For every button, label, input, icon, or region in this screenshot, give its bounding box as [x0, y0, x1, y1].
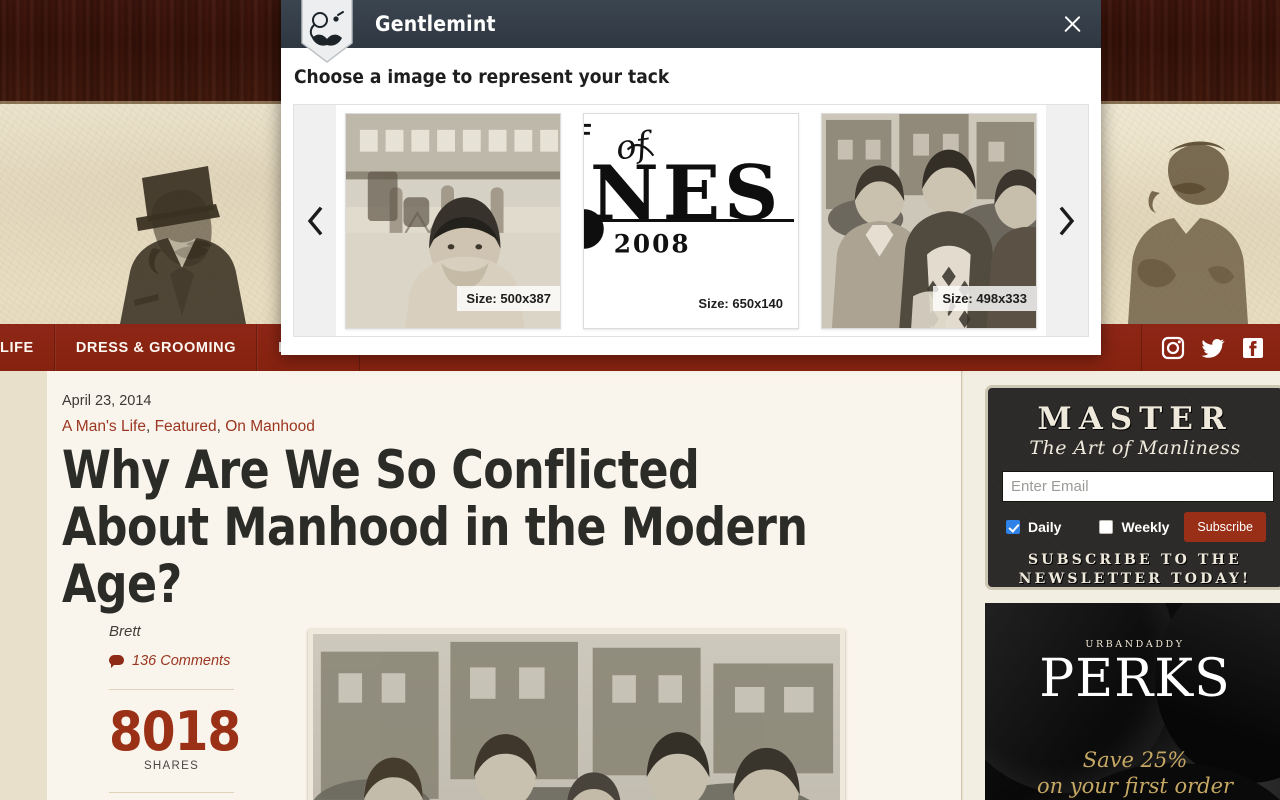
newsletter-footer-line-1: SUBSCRIBE TO THE	[1028, 552, 1242, 568]
carousel-track: Size: 500x387 of NES 2008 Size: 650x140 …	[336, 105, 1046, 336]
svg-text:2008: 2008	[614, 229, 691, 258]
modal-header: Gentlemint	[281, 0, 1101, 63]
modal-body: Choose a image to represent your tack Si…	[281, 48, 1101, 337]
article-comments-link[interactable]: 136 Comments	[109, 653, 277, 669]
gentleman-top-hat-illustration	[82, 124, 272, 324]
article-title: Why Are We So Conflicted About Manhood i…	[62, 440, 808, 616]
article-categories[interactable]: A Man's Life, Featured, On Manhood	[62, 418, 961, 436]
chevron-left-icon	[307, 206, 323, 235]
image-size-label-3: Size: 498x333	[933, 285, 1036, 311]
category-link-on-manhood[interactable]: On Manhood	[225, 418, 315, 435]
meta-divider-2	[109, 792, 234, 794]
carousel-prev-button[interactable]	[294, 105, 336, 336]
article-meta-column: Brett 136 Comments 8018 SHARES	[109, 623, 277, 800]
article-author: Brett	[109, 623, 141, 640]
image-size-label-2: Size: 650x140	[698, 295, 783, 311]
newsletter-daily-checkbox[interactable]	[1006, 520, 1020, 534]
screen: LIFE DRESS & GROOMING HEALTH April 23	[0, 0, 1280, 800]
meta-divider	[109, 689, 234, 690]
comment-bubble-icon	[109, 655, 124, 668]
carousel-image-option-3[interactable]: Size: 498x333	[821, 112, 1037, 329]
newsletter-subscribe-button[interactable]: Subscribe	[1184, 512, 1266, 542]
article: April 23, 2014 A Man's Life, Featured, O…	[47, 371, 962, 800]
modal-prompt-text: Choose a image to represent your tack	[294, 66, 670, 88]
category-link-featured[interactable]: Featured	[155, 418, 217, 435]
newsletter-daily-label[interactable]: Daily	[1028, 519, 1061, 535]
sidebar-advertisement[interactable]: URBANDADDY PERKS Save 25% on your first …	[985, 603, 1280, 800]
image-carousel: Size: 500x387 of NES 2008 Size: 650x140 …	[293, 104, 1089, 337]
article-date: April 23, 2014	[62, 393, 152, 409]
article-comments-count: 136 Comments	[132, 653, 231, 669]
newsletter-weekly-label[interactable]: Weekly	[1121, 519, 1169, 535]
ad-offer-line-2: on your first order	[1036, 774, 1234, 799]
strongman-illustration	[1112, 119, 1272, 324]
instagram-icon[interactable]	[1160, 335, 1186, 361]
category-link-a-mans-life[interactable]: A Man's Life	[62, 418, 146, 435]
newsletter-email-input[interactable]	[1002, 471, 1274, 502]
image-picker-modal: Gentlemint Choose a image to represent y…	[281, 0, 1101, 355]
article-featured-photo	[308, 629, 845, 800]
five-young-men-vintage-photo	[313, 634, 840, 800]
newsletter-title: MASTER	[1037, 401, 1233, 437]
newsletter-signup-widget: MASTER The Art of Manliness Daily Weekly…	[985, 385, 1280, 590]
newsletter-subtitle: The Art of Manliness	[1029, 437, 1241, 459]
newsletter-options-row: Daily Weekly Subscribe	[1006, 512, 1268, 542]
carousel-image-option-1[interactable]: Size: 500x387	[345, 112, 561, 329]
image-size-label-1: Size: 500x387	[457, 285, 560, 311]
modal-brand-title: Gentlemint	[375, 12, 496, 36]
share-count: 8018	[109, 700, 241, 763]
nav-social-links[interactable]	[1142, 324, 1280, 371]
svg-text:NES: NES	[590, 148, 782, 237]
monocle-mustache-shield-icon	[300, 0, 354, 63]
nav-item-dress-and-grooming[interactable]: DRESS & GROOMING	[54, 324, 258, 371]
twitter-icon[interactable]	[1200, 335, 1226, 361]
newsletter-footer-line-2: NEWSLETTER TODAY!	[1018, 570, 1252, 587]
sidebar: MASTER The Art of Manliness Daily Weekly…	[963, 371, 1280, 800]
carousel-image-option-2[interactable]: of NES 2008 Size: 650x140	[583, 112, 799, 329]
chevron-right-icon	[1059, 206, 1075, 235]
newsletter-footer-text: SUBSCRIBE TO THE NEWSLETTER TODAY!	[1002, 551, 1268, 589]
newsletter-weekly-checkbox[interactable]	[1099, 520, 1114, 534]
close-icon[interactable]	[1059, 11, 1085, 37]
ad-logo-text: PERKS	[1039, 649, 1231, 709]
ad-offer-line-1: Save 25%	[1082, 748, 1188, 772]
nav-item-life[interactable]: LIFE	[0, 324, 55, 371]
facebook-icon[interactable]	[1240, 335, 1266, 361]
carousel-next-button[interactable]	[1046, 105, 1088, 336]
page-content: April 23, 2014 A Man's Life, Featured, O…	[0, 371, 1280, 800]
